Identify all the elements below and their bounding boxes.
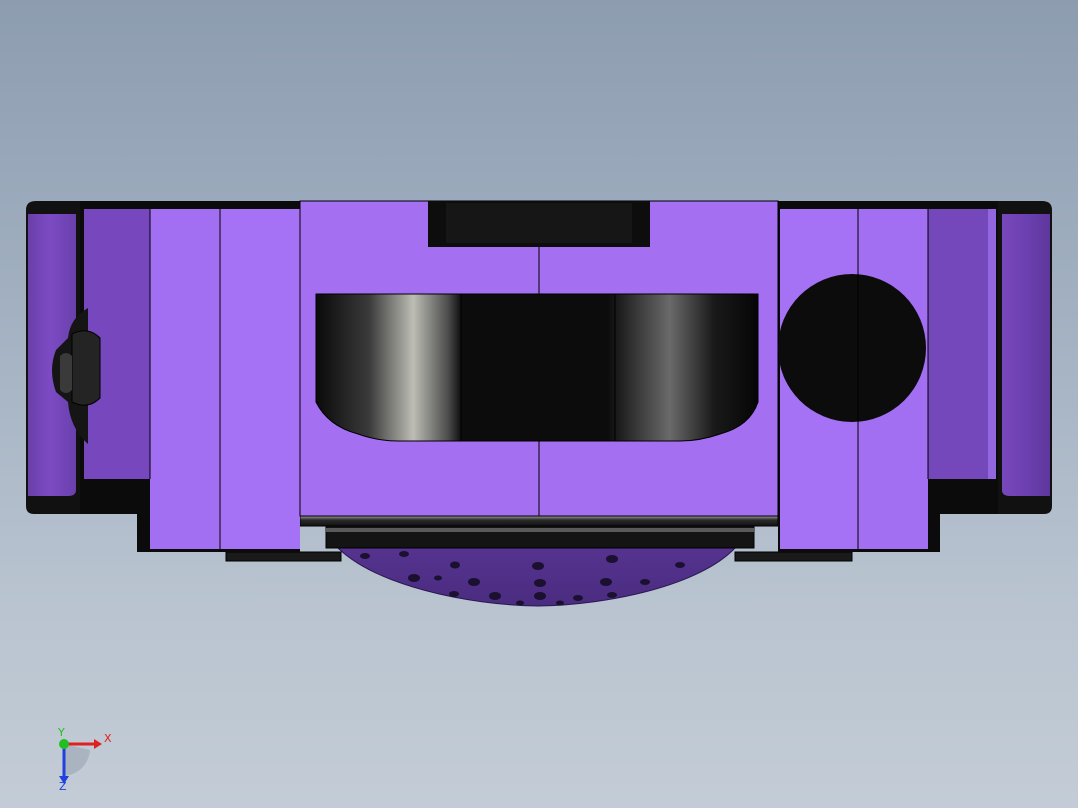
model-front-view[interactable] xyxy=(0,0,1078,808)
graphics-viewport[interactable]: X Y Z xyxy=(0,0,1078,808)
x-axis-label: X xyxy=(104,732,112,745)
left-foot[interactable] xyxy=(225,551,342,562)
y-axis-dot xyxy=(59,739,69,749)
slot-window[interactable] xyxy=(315,293,759,442)
z-axis-label: Z xyxy=(59,780,67,792)
round-hole[interactable] xyxy=(778,274,926,422)
x-axis-arrowhead xyxy=(94,739,102,749)
bottom-ring[interactable] xyxy=(299,515,779,549)
y-axis-label: Y xyxy=(57,726,65,739)
axis-triad: X Y Z xyxy=(57,726,112,792)
bottom-dome[interactable] xyxy=(336,547,737,607)
right-foot[interactable] xyxy=(734,551,853,562)
